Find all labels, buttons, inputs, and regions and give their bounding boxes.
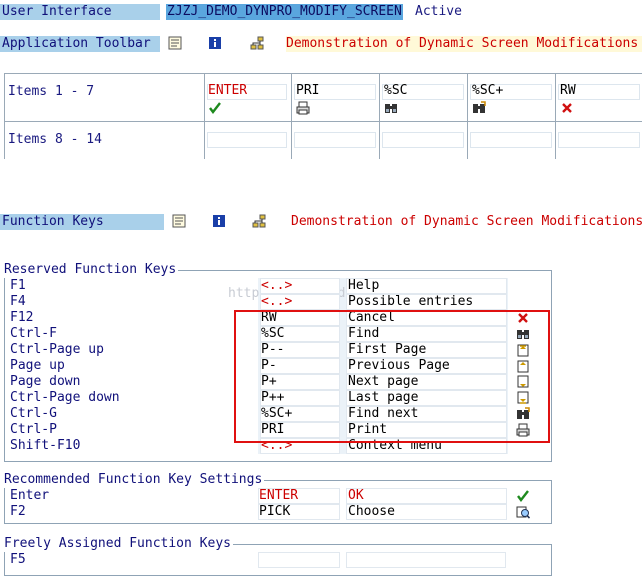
function-key-name: Page down	[10, 374, 81, 389]
check-icon	[516, 489, 530, 503]
ui-program-name[interactable]: ZJZJ_DEMO_DYNPRO_MODIFY_SCREEN	[166, 4, 403, 20]
ui-status: Active	[415, 4, 462, 19]
highlight-frame	[234, 310, 550, 443]
function-code-field[interactable]: <..>	[260, 278, 340, 294]
info-icon[interactable]	[208, 36, 222, 50]
function-key-name: Ctrl-G	[10, 406, 57, 421]
item-cell-10[interactable]	[382, 132, 464, 148]
check-icon	[208, 101, 222, 115]
function-key-name: Ctrl-Page up	[10, 342, 104, 357]
find-next-icon	[472, 101, 486, 115]
item-cell-9[interactable]	[294, 132, 376, 148]
function-key-name: Enter	[10, 488, 50, 503]
function-key-name: Shift-F10	[10, 438, 81, 453]
function-code-field[interactable]: PICK	[258, 504, 340, 520]
function-key-name: Page up	[10, 358, 65, 373]
function-key-name: Ctrl-P	[10, 422, 57, 437]
function-text-field[interactable]	[346, 552, 506, 568]
item-cell-4-code: %SC+	[472, 83, 504, 98]
items-row2-label: Items 8 - 14	[8, 132, 102, 147]
function-keys-text: Demonstration of Dynamic Screen Modifica…	[291, 214, 642, 229]
function-code-field[interactable]: ENTER	[258, 488, 340, 504]
user-interface-label: User Interface	[0, 4, 160, 20]
function-code-field[interactable]	[258, 552, 340, 568]
item-cell-8[interactable]	[207, 132, 287, 148]
attributes-icon[interactable]	[168, 36, 182, 50]
function-key-name: Ctrl-Page down	[10, 390, 120, 405]
function-key-name: F12	[10, 310, 34, 325]
attributes-icon[interactable]	[172, 214, 186, 228]
item-cell-1-code: ENTER	[208, 83, 248, 98]
info-icon[interactable]	[212, 214, 226, 228]
items-row1-label: Items 1 - 7	[8, 84, 95, 99]
function-text-field[interactable]: Choose	[346, 504, 507, 520]
function-text-field[interactable]: OK	[346, 488, 507, 504]
function-text-field[interactable]: Help	[346, 278, 507, 294]
choose-icon	[516, 505, 530, 519]
function-key-name: F2	[10, 504, 26, 519]
function-key-name: F1	[10, 278, 26, 293]
function-code-field[interactable]: <..>	[260, 294, 340, 310]
application-toolbar-text: Demonstration of Dynamic Screen Modifica…	[286, 36, 642, 52]
function-keys-label: Function Keys	[0, 214, 164, 230]
item-cell-3-code: %SC	[384, 83, 408, 98]
print-icon	[296, 101, 310, 115]
freely-group-title: Freely Assigned Function Keys	[2, 536, 233, 552]
reserved-group-title: Reserved Function Keys	[2, 262, 179, 278]
item-cell-5-code: RW	[560, 83, 576, 98]
item-cell-12[interactable]	[558, 132, 640, 148]
item-cell-2-code: PRI	[296, 83, 320, 98]
hierarchy-icon[interactable]	[252, 214, 266, 228]
hierarchy-icon[interactable]	[250, 36, 264, 50]
function-key-name: Ctrl-F	[10, 326, 57, 341]
cancel-icon	[560, 101, 574, 115]
item-cell-11[interactable]	[470, 132, 552, 148]
binoculars-icon	[384, 101, 398, 115]
function-text-field[interactable]: Possible entries	[346, 294, 507, 310]
function-key-name: F5	[10, 552, 26, 567]
function-key-name: F4	[10, 294, 26, 309]
application-toolbar-label: Application Toolbar	[0, 36, 160, 52]
recommended-group-title: Recommended Function Key Settings	[2, 472, 265, 488]
